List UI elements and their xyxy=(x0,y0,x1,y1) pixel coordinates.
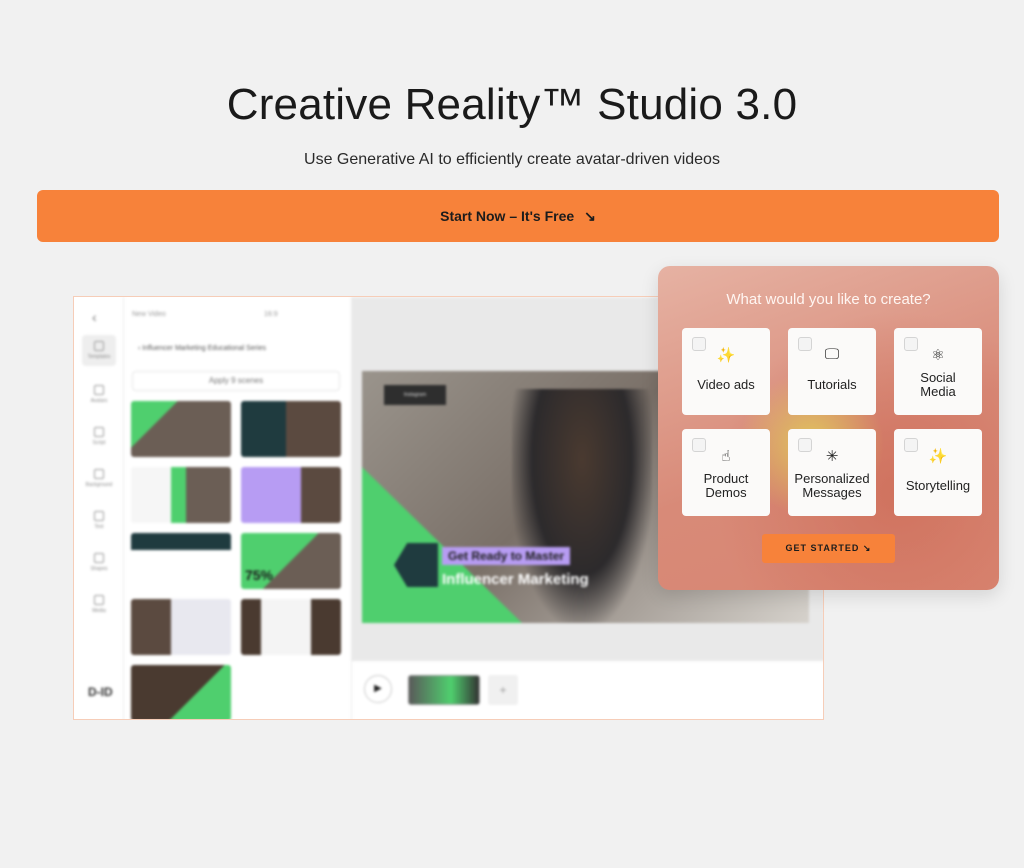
start-now-button[interactable]: Start Now – It's Free ↘ xyxy=(37,190,999,242)
template-series-title: ‹ Influencer Marketing Educational Serie… xyxy=(138,345,267,352)
add-scene-icon: + xyxy=(488,675,518,705)
scene-thumbnail xyxy=(241,599,341,655)
option-label: Personalized Messages xyxy=(794,471,870,500)
green-shape xyxy=(362,467,522,623)
option-label: Tutorials xyxy=(807,377,857,392)
back-icon: ‹ xyxy=(92,309,97,325)
apply-scenes-button: Apply 9 scenes xyxy=(132,371,340,391)
create-options-card: What would you like to create? ✨ Video a… xyxy=(658,266,999,590)
video-title: New Video xyxy=(132,311,166,318)
presentation-icon: 🖵 xyxy=(824,346,840,363)
scene-thumbnail xyxy=(131,533,231,589)
tap-hand-icon: ☝ xyxy=(721,448,731,465)
magic-wand-icon: ✨ xyxy=(716,347,736,364)
page-subtitle: Use Generative AI to efficiently create … xyxy=(304,151,720,168)
page-title: Creative Reality™ Studio 3.0 xyxy=(226,80,798,129)
aspect-ratio: 16:9 xyxy=(264,311,278,318)
did-logo: D-ID xyxy=(88,685,113,699)
option-storytelling[interactable]: ✨ Storytelling xyxy=(894,429,982,516)
arrow-down-right-icon: ↘ xyxy=(584,207,596,224)
option-label: Video ads xyxy=(697,377,755,392)
create-question: What would you like to create? xyxy=(726,291,931,308)
option-video-ads[interactable]: ✨ Video ads xyxy=(682,328,770,415)
get-started-label: GET STARTED xyxy=(785,543,860,553)
scene-thumbnail xyxy=(131,401,231,457)
editor-rail: ‹ Templates Avatars Script Background Te… xyxy=(74,297,124,719)
option-label: Storytelling xyxy=(905,478,971,493)
rail-item-text: Text xyxy=(82,511,116,530)
play-icon: ▶ xyxy=(364,675,392,703)
arrow-down-right-icon: ↘ xyxy=(862,543,872,553)
network-icon: ✳ xyxy=(825,448,839,465)
rail-item-avatars: Avatars xyxy=(82,385,116,404)
scene-thumbnail: 75% xyxy=(241,533,341,589)
rail-item-script: Script xyxy=(82,427,116,446)
option-social-media[interactable]: ⚛ Social Media xyxy=(894,328,982,415)
scene-thumbnail xyxy=(131,467,231,523)
scene-thumbnail xyxy=(241,401,341,457)
scene-thumbnail xyxy=(241,467,341,523)
stage-headline-large: Influencer Marketing xyxy=(442,571,589,588)
start-now-label: Start Now – It's Free xyxy=(440,208,575,224)
timeline-clip xyxy=(408,675,480,705)
option-label: Social Media xyxy=(920,370,956,399)
rail-item-templates: Templates xyxy=(82,335,116,366)
rail-item-media: Media xyxy=(82,595,116,614)
stage-headline-small: Get Ready to Master xyxy=(442,547,571,565)
templates-panel: New Video 16:9 ‹ Influencer Marketing Ed… xyxy=(124,297,352,719)
option-label: Product Demos xyxy=(703,471,749,500)
scene-thumbnail xyxy=(131,599,231,655)
magic-wand-icon: ✨ xyxy=(928,448,948,465)
atom-icon: ⚛ xyxy=(931,347,945,364)
thumbnail-percent: 75% xyxy=(245,567,274,583)
option-personalized-messages[interactable]: ✳ Personalized Messages xyxy=(788,429,876,516)
option-product-demos[interactable]: ☝ Product Demos xyxy=(682,429,770,516)
rail-item-background: Background xyxy=(82,469,116,488)
get-started-button[interactable]: GET STARTED ↘ xyxy=(762,534,895,563)
timeline: ▶ + xyxy=(352,661,823,719)
option-tutorials[interactable]: 🖵 Tutorials xyxy=(788,328,876,415)
scene-thumbnail xyxy=(131,665,231,719)
stage-badge: Instagram xyxy=(384,385,446,405)
rail-item-shapes: Shapes xyxy=(82,553,116,572)
